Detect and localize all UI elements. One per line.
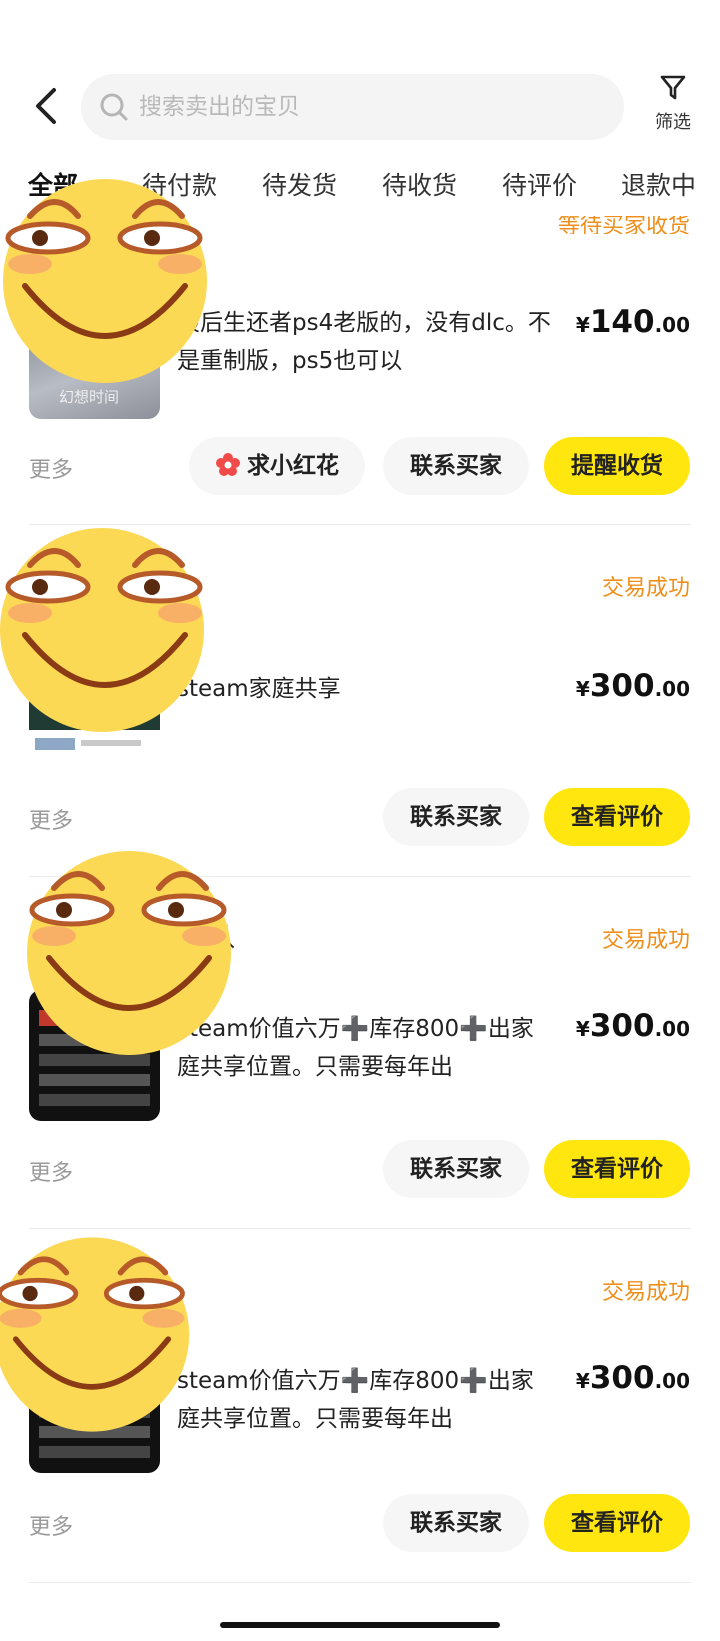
tab-pending-receipt[interactable]: 待收货 [382, 168, 457, 204]
search-placeholder: 搜索卖出的宝贝 [139, 94, 300, 120]
order-status: 交易成功 [601, 1280, 690, 1305]
contact-buyer-button[interactable]: 联系买家 [383, 437, 529, 495]
search-icon [100, 93, 128, 121]
product-description: steam价值六万➕库存800➕出家庭共享位置。只需要每年出 [177, 1368, 534, 1432]
tab-pending-review[interactable]: 待评价 [502, 168, 577, 204]
ask-flower-button[interactable]: 求小红花 [189, 437, 365, 495]
product-description: steam家庭共享 [177, 676, 341, 702]
tab-pending-shipment[interactable]: 待发货 [262, 168, 337, 204]
contact-buyer-button[interactable]: 联系买家 [383, 1140, 529, 1198]
more-link[interactable]: 更多 [29, 452, 73, 484]
back-button[interactable] [28, 84, 68, 128]
contact-buyer-button[interactable]: 联系买家 [383, 788, 529, 846]
product-description: 最后生还者ps4老版的，没有dlc。不是重制版，ps5也可以 [177, 310, 551, 374]
more-link[interactable]: 更多 [29, 1155, 73, 1187]
divider [29, 1228, 691, 1229]
emoji-sticker [0, 1237, 190, 1432]
emoji-sticker [27, 851, 231, 1055]
order-price: ¥140.00 [575, 304, 690, 340]
order-price: ¥300.00 [575, 1008, 690, 1044]
emoji-sticker [0, 528, 204, 732]
divider [29, 1582, 691, 1583]
tab-refunding[interactable]: 退款中 [621, 168, 696, 204]
order-status: 交易成功 [601, 928, 690, 953]
more-link[interactable]: 更多 [29, 803, 73, 835]
view-review-button[interactable]: 查看评价 [544, 1140, 690, 1198]
order-status: 交易成功 [601, 576, 690, 601]
order-price: ¥300.00 [575, 1360, 690, 1396]
filter-icon [660, 75, 686, 100]
order-price: ¥300.00 [575, 668, 690, 704]
emoji-sticker [3, 179, 207, 383]
thumbnail-caption: 幻想时间 [59, 388, 120, 406]
remind-receipt-button[interactable]: 提醒收货 [544, 437, 690, 495]
flower-icon [216, 453, 240, 476]
view-review-button[interactable]: 查看评价 [544, 1494, 690, 1552]
filter-button[interactable]: 筛选 [650, 74, 696, 144]
view-review-button[interactable]: 查看评价 [544, 788, 690, 846]
top-bar: 搜索卖出的宝贝 筛选 [0, 68, 720, 148]
more-link[interactable]: 更多 [29, 1509, 73, 1541]
back-arrow-icon [36, 88, 56, 124]
order-status: 等待买家收货 [557, 216, 690, 234]
home-indicator[interactable] [220, 1622, 500, 1628]
contact-buyer-button[interactable]: 联系买家 [383, 1494, 529, 1552]
filter-label: 筛选 [655, 112, 691, 133]
search-input[interactable]: 搜索卖出的宝贝 [81, 74, 624, 140]
